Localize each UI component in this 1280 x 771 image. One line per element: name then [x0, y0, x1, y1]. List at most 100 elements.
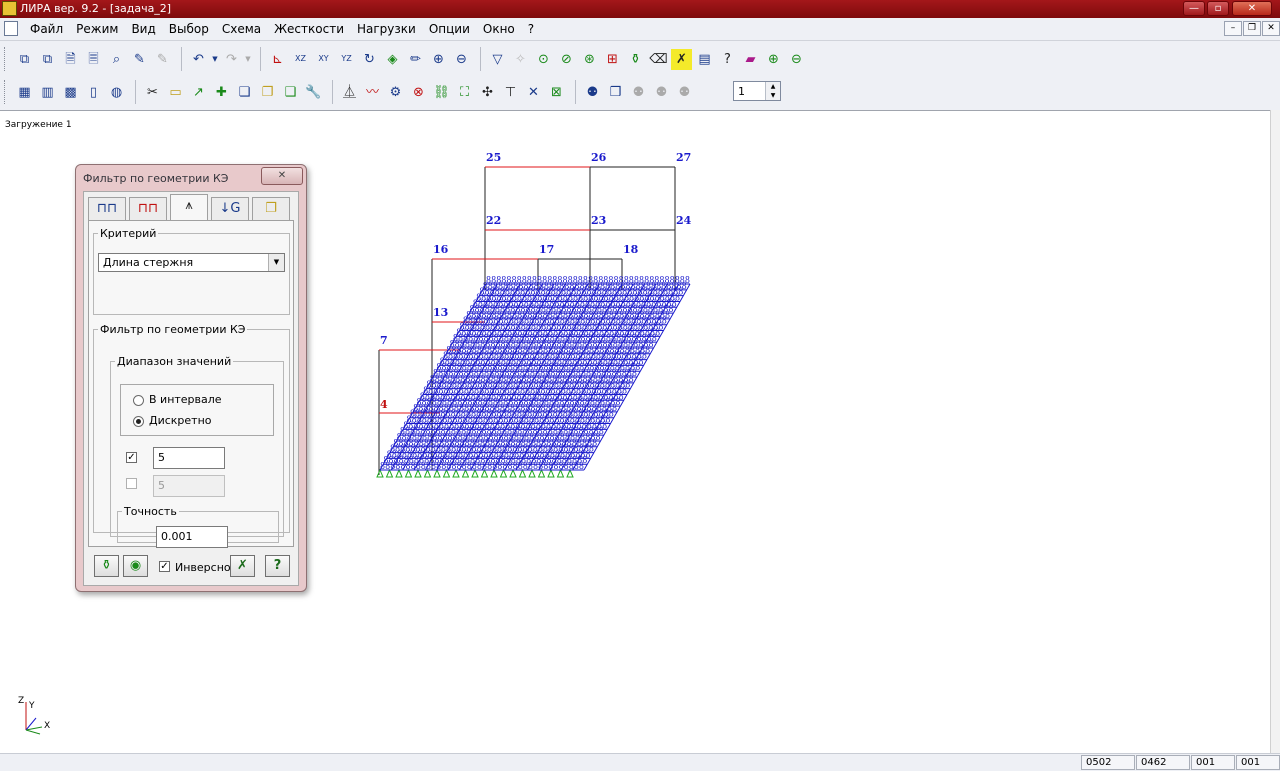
- menu-file[interactable]: Файл: [30, 22, 70, 36]
- axes-icon[interactable]: ⊾: [267, 49, 288, 70]
- mdi-restore-button[interactable]: ❐: [1243, 21, 1261, 36]
- tab-sort[interactable]: ↓G: [211, 197, 249, 220]
- step-spinner[interactable]: 1 ▲ ▼: [733, 81, 781, 101]
- value1-checkbox[interactable]: ✓: [126, 452, 137, 463]
- grid-icon[interactable]: ▩: [60, 82, 81, 103]
- tab-geometry[interactable]: ⩚: [170, 194, 208, 221]
- plane-xy-icon[interactable]: XY: [313, 49, 334, 70]
- document-icon[interactable]: [4, 21, 18, 36]
- dialog-close-button[interactable]: ✕: [261, 167, 303, 185]
- rotate-icon[interactable]: ↻: [359, 49, 380, 70]
- folder-icon[interactable]: ▭: [165, 82, 186, 103]
- value1-input[interactable]: 5: [153, 447, 225, 469]
- paste-icon[interactable]: ❐: [257, 82, 278, 103]
- undo-icon[interactable]: ↶: [188, 49, 209, 70]
- tab-select[interactable]: ❐: [252, 197, 290, 220]
- cylinder-icon[interactable]: ▯: [83, 82, 104, 103]
- tab-elements[interactable]: ⊓⊓: [129, 197, 167, 220]
- toolbar-grip[interactable]: [4, 80, 8, 104]
- document-search-icon[interactable]: 🗎: [60, 49, 81, 70]
- books-icon[interactable]: ▤: [694, 49, 715, 70]
- split-icon[interactable]: ✕: [523, 82, 544, 103]
- wrench-icon[interactable]: 🔧: [303, 82, 324, 103]
- bottle-icon[interactable]: ⚱: [625, 49, 646, 70]
- disabled-doc-icon[interactable]: ✎: [152, 49, 173, 70]
- fragment-disabled-icon[interactable]: ⚉: [628, 82, 649, 103]
- apply-filter-button[interactable]: ⚱: [94, 555, 119, 577]
- pencil-icon[interactable]: ✏: [405, 49, 426, 70]
- projection-icon[interactable]: ◈: [382, 49, 403, 70]
- menu-help[interactable]: ?: [528, 22, 541, 36]
- fragment-add-disabled-icon[interactable]: ⚉: [651, 82, 672, 103]
- frame-icon[interactable]: ⊞: [602, 49, 623, 70]
- minimize-button[interactable]: —: [1183, 1, 1205, 16]
- vertical-scrollbar[interactable]: [1270, 110, 1280, 753]
- menu-window[interactable]: Окно: [483, 22, 522, 36]
- tee-icon[interactable]: ⊤: [500, 82, 521, 103]
- plane-xz-icon[interactable]: XZ: [290, 49, 311, 70]
- plane-yz-icon[interactable]: YZ: [336, 49, 357, 70]
- criterion-select[interactable]: Длина стержня ▼: [98, 253, 285, 272]
- menu-stiffness[interactable]: Жесткости: [274, 22, 351, 36]
- help-pointer-icon[interactable]: ?: [717, 49, 738, 70]
- load-line-icon[interactable]: 〰: [362, 82, 383, 103]
- link-icon[interactable]: ⛓: [431, 82, 452, 103]
- zoom-view-icon[interactable]: ⊕: [763, 49, 784, 70]
- scissors-icon[interactable]: ✂: [142, 82, 163, 103]
- maximize-button[interactable]: ▫: [1207, 1, 1229, 16]
- layers-icon[interactable]: ❒: [605, 82, 626, 103]
- menu-select[interactable]: Выбор: [169, 22, 216, 36]
- radio-interval[interactable]: [133, 395, 144, 406]
- target-icon[interactable]: ⊗: [408, 82, 429, 103]
- menu-mode[interactable]: Режим: [76, 22, 125, 36]
- zoom-fit-icon[interactable]: ⊛: [579, 49, 600, 70]
- load-node-icon[interactable]: ⚙: [385, 82, 406, 103]
- tab-nodes[interactable]: ⊓⊓: [88, 197, 126, 220]
- value2-input[interactable]: 5: [153, 475, 225, 497]
- fragment-icon[interactable]: ⚉: [582, 82, 603, 103]
- merge-icon[interactable]: ✣: [477, 82, 498, 103]
- chevron-down-icon[interactable]: ▼: [268, 254, 284, 271]
- book-icon[interactable]: ▰: [740, 49, 761, 70]
- add-node-icon[interactable]: ✚: [211, 82, 232, 103]
- document-icon[interactable]: 🗏: [83, 49, 104, 70]
- edit-doc-icon[interactable]: ✎: [129, 49, 150, 70]
- mdi-minimize-button[interactable]: –: [1224, 21, 1242, 36]
- zoom-element-icon[interactable]: ⊘: [556, 49, 577, 70]
- support-icon[interactable]: ⏅: [339, 82, 360, 103]
- show-button[interactable]: ◉: [123, 555, 148, 577]
- undo-dropdown-icon[interactable]: ▼: [211, 49, 219, 70]
- menu-loads[interactable]: Нагрузки: [357, 22, 423, 36]
- pack-icon[interactable]: ❑: [280, 82, 301, 103]
- toolbar-grip[interactable]: [4, 47, 8, 71]
- radio-discrete[interactable]: [133, 416, 144, 427]
- move-icon[interactable]: ↗: [188, 82, 209, 103]
- find-icon[interactable]: ⌕: [106, 49, 127, 70]
- zoom-node-icon[interactable]: ⊙: [533, 49, 554, 70]
- frame-3d-icon[interactable]: ▦: [14, 82, 35, 103]
- beam-icon[interactable]: ▥: [37, 82, 58, 103]
- precision-input[interactable]: 0.001: [156, 526, 228, 548]
- select-icon[interactable]: ✧: [510, 49, 531, 70]
- menu-options[interactable]: Опции: [429, 22, 477, 36]
- zoom-in-icon[interactable]: ⊕: [428, 49, 449, 70]
- cancel-button[interactable]: ✗: [230, 555, 255, 577]
- copy-scheme-icon[interactable]: ⧉: [14, 49, 35, 70]
- spinner-arrows-icon[interactable]: ▲ ▼: [765, 82, 780, 100]
- redo-icon[interactable]: ↷: [221, 49, 242, 70]
- filter-icon[interactable]: ▽: [487, 49, 508, 70]
- zoom-reset-icon[interactable]: ⊖: [786, 49, 807, 70]
- help-button[interactable]: ?: [265, 555, 290, 577]
- sphere-icon[interactable]: ◍: [106, 82, 127, 103]
- cross-icon[interactable]: ✗: [671, 48, 692, 70]
- fragment-remove-disabled-icon[interactable]: ⚉: [674, 82, 695, 103]
- duplicate-icon[interactable]: ⧉: [37, 49, 58, 70]
- close-button[interactable]: ✕: [1232, 1, 1272, 16]
- inverse-checkbox[interactable]: ✓: [159, 561, 170, 572]
- copy-icon[interactable]: ❏: [234, 82, 255, 103]
- eraser-icon[interactable]: ⌫: [648, 49, 669, 70]
- menu-scheme[interactable]: Схема: [222, 22, 268, 36]
- zoom-out-icon[interactable]: ⊖: [451, 49, 472, 70]
- pack-nodes-icon[interactable]: ⊠: [546, 82, 567, 103]
- value2-checkbox[interactable]: [126, 478, 137, 489]
